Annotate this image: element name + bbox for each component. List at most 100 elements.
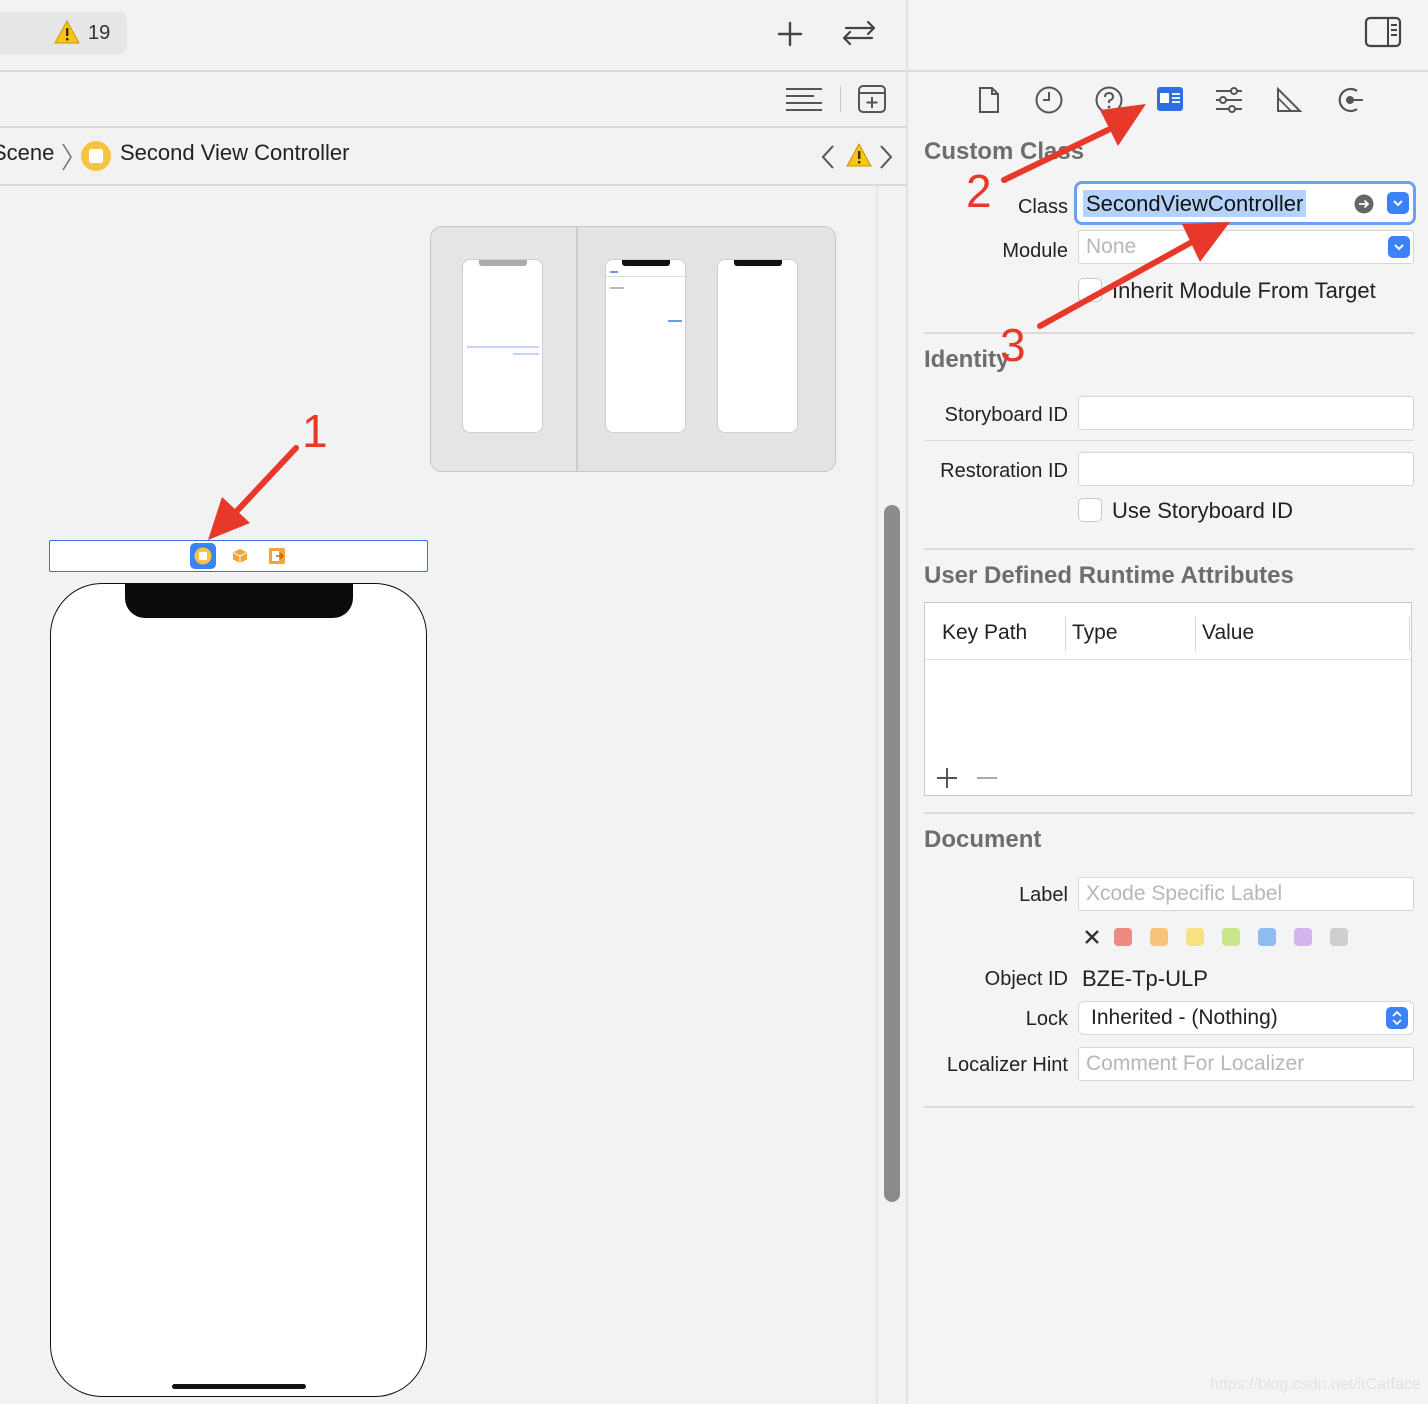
minimap-scene-2[interactable] (605, 259, 687, 433)
use-storyboard-id-label: Use Storyboard ID (1112, 498, 1293, 523)
column-separator (1065, 617, 1066, 651)
column-value[interactable]: Value (1202, 621, 1254, 645)
label-color-orange[interactable] (1150, 928, 1168, 946)
home-indicator (172, 1384, 306, 1389)
label-color-blue[interactable] (1258, 928, 1276, 946)
swap-arrows-icon[interactable] (838, 18, 880, 48)
history-inspector-icon[interactable] (1034, 85, 1064, 115)
minimap-notch (734, 260, 782, 266)
go-to-class-icon[interactable] (1354, 194, 1374, 214)
exit-icon[interactable] (268, 547, 286, 565)
identity-inspector-icon[interactable] (1156, 86, 1184, 112)
add-editor-icon[interactable] (857, 84, 887, 114)
restoration-id-field[interactable] (1078, 452, 1414, 486)
warning-count: 19 (88, 22, 111, 44)
divider (908, 70, 1428, 72)
lock-label: Lock (1025, 1008, 1068, 1030)
localizer-hint-field[interactable]: Comment For Localizer (1078, 1047, 1414, 1081)
label-color-green[interactable] (1222, 928, 1240, 946)
divider (0, 184, 906, 186)
clear-color-icon[interactable] (1083, 928, 1101, 946)
section-divider (924, 332, 1414, 334)
object-id-value: BZE-Tp-ULP (1082, 966, 1208, 991)
column-key-path[interactable]: Key Path (942, 621, 1027, 645)
class-dropdown-button[interactable] (1387, 192, 1409, 214)
first-responder-icon[interactable] (232, 548, 248, 564)
column-separator (1409, 617, 1410, 651)
label-placeholder: Xcode Specific Label (1086, 882, 1283, 905)
warning-icon[interactable] (846, 143, 872, 167)
view-controller-icon (81, 141, 111, 171)
view-controller-dock-icon[interactable] (190, 543, 216, 569)
canvas-scrollbar[interactable] (884, 505, 900, 1202)
canvas-scroll-track (876, 186, 878, 1404)
custom-class-title: Custom Class (924, 138, 1085, 165)
section-divider (924, 548, 1414, 550)
minimap-scene-3[interactable] (717, 259, 798, 433)
attributes-inspector-icon[interactable] (1214, 85, 1244, 115)
scene-dock (49, 540, 428, 572)
remove-attribute-icon[interactable] (975, 766, 999, 790)
object-id-label: Object ID (984, 968, 1068, 990)
divider (0, 126, 906, 128)
breadcrumb-scene[interactable]: Scene (0, 140, 54, 166)
chevron-right-icon (62, 143, 72, 171)
label-field[interactable]: Xcode Specific Label (1078, 877, 1414, 911)
inherit-module-label: Inherit Module From Target (1112, 278, 1376, 303)
label-color-yellow[interactable] (1186, 928, 1204, 946)
minimap-text-line (668, 320, 682, 322)
add-icon[interactable] (776, 20, 804, 48)
annotation-step-1: 1 (302, 405, 328, 457)
inherit-module-checkbox[interactable] (1078, 278, 1102, 302)
annotation-step-2: 2 (966, 165, 992, 217)
warning-icon (54, 20, 80, 44)
runtime-attributes-title: User Defined Runtime Attributes (924, 562, 1294, 589)
breadcrumb-controller[interactable]: Second View Controller (120, 140, 350, 166)
module-field[interactable]: None (1078, 230, 1414, 264)
editor-options-icon[interactable] (784, 86, 824, 114)
storyboard-id-label: Storyboard ID (944, 404, 1068, 426)
divider (0, 70, 906, 72)
lock-value: Inherited - (Nothing) (1091, 1006, 1278, 1029)
runtime-attributes-table[interactable]: Key Path Type Value (924, 602, 1412, 796)
minimap-notch (622, 260, 670, 266)
chevron-right-icon[interactable] (876, 143, 896, 171)
restoration-id-label: Restoration ID (940, 460, 1068, 482)
chevron-left-icon[interactable] (818, 143, 838, 171)
storyboard-editor: 19 Scene Second View Controller (0, 0, 906, 1404)
module-label: Module (1002, 240, 1068, 262)
document-title: Document (924, 826, 1042, 853)
xcode-window: 19 Scene Second View Controller (0, 0, 1428, 1404)
help-inspector-icon[interactable] (1094, 85, 1124, 115)
lock-popup[interactable]: Inherited - (Nothing) (1078, 1001, 1414, 1035)
label-color-gray[interactable] (1330, 928, 1348, 946)
class-field[interactable]: SecondViewController (1074, 181, 1416, 225)
toggle-inspector-icon[interactable] (1364, 16, 1402, 48)
label-color-red[interactable] (1114, 928, 1132, 946)
add-attribute-icon[interactable] (935, 766, 959, 790)
file-inspector-icon[interactable] (978, 86, 1000, 114)
connections-inspector-icon[interactable] (1335, 86, 1365, 114)
localizer-placeholder: Comment For Localizer (1086, 1052, 1305, 1075)
annotation-step-3: 3 (1000, 319, 1026, 371)
minimap-text-line (610, 271, 618, 273)
size-inspector-icon[interactable] (1275, 86, 1303, 114)
label-color-purple[interactable] (1294, 928, 1312, 946)
minimap-scene-1[interactable] (462, 259, 543, 433)
toolbar-separator (840, 86, 841, 112)
column-type[interactable]: Type (1072, 621, 1118, 645)
lock-stepper-icon[interactable] (1386, 1007, 1408, 1029)
use-storyboard-id-checkbox[interactable] (1078, 498, 1102, 522)
view-controller-scene[interactable] (50, 583, 427, 1397)
section-divider (924, 812, 1414, 814)
scene-minimap[interactable] (430, 226, 836, 472)
module-placeholder: None (1086, 235, 1137, 258)
class-value: SecondViewController (1083, 190, 1307, 217)
storyboard-id-field[interactable] (1078, 396, 1414, 430)
watermark: https://blog.csdn.net/itCatface (1210, 1376, 1421, 1393)
minimap-navbar (606, 276, 687, 277)
column-separator (1195, 617, 1196, 651)
minimap-divider (576, 227, 578, 471)
module-dropdown-button[interactable] (1388, 236, 1410, 258)
minimap-text-line (513, 353, 539, 355)
